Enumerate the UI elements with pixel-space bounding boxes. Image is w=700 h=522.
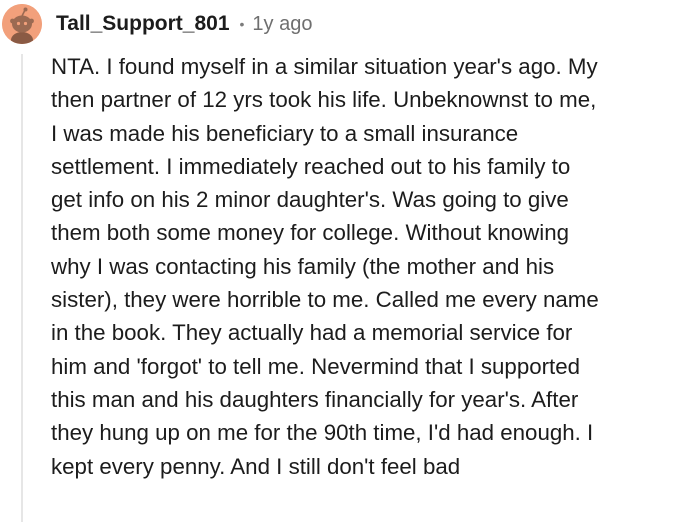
comment-line: I was made his beneficiary to a small in…: [51, 120, 519, 146]
comment-line: in the book. They actually had a memoria…: [51, 320, 573, 346]
snoo-avatar-icon[interactable]: [2, 4, 42, 44]
comment-age: 1y ago: [252, 12, 313, 35]
comment-line: NTA. I found myself in a similar situati…: [51, 54, 598, 79]
comment-line: they hung up on me for the 90th time, I'…: [51, 420, 594, 446]
comment-line: him and 'forgot' to tell me. Nevermind t…: [51, 353, 581, 379]
comment-line: why I was contacting his family (the mot…: [51, 253, 555, 279]
comment-header: Tall_Support_801 • 1y ago: [56, 8, 312, 40]
comment-line: settlement. I immediately reached out to…: [51, 153, 571, 179]
separator-dot: •: [239, 16, 245, 32]
comment-line: this man and his daughters financially f…: [51, 386, 579, 412]
comment-line: get info on his 2 minor daughter's. Was …: [51, 187, 569, 213]
comment-body: NTA. I found myself in a similar situati…: [51, 50, 696, 483]
comment-line: kept every penny. And I still don't feel…: [51, 453, 461, 479]
comment: Tall_Support_801 • 1y ago NTA. I found m…: [0, 0, 700, 522]
comment-line: then partner of 12 yrs took his life. Un…: [51, 87, 597, 113]
comment-line: them both some money for college. Withou…: [51, 220, 570, 246]
thread-line[interactable]: [21, 54, 23, 522]
comment-line: sister), they were horrible to me. Calle…: [51, 287, 599, 313]
username[interactable]: Tall_Support_801: [56, 12, 230, 36]
